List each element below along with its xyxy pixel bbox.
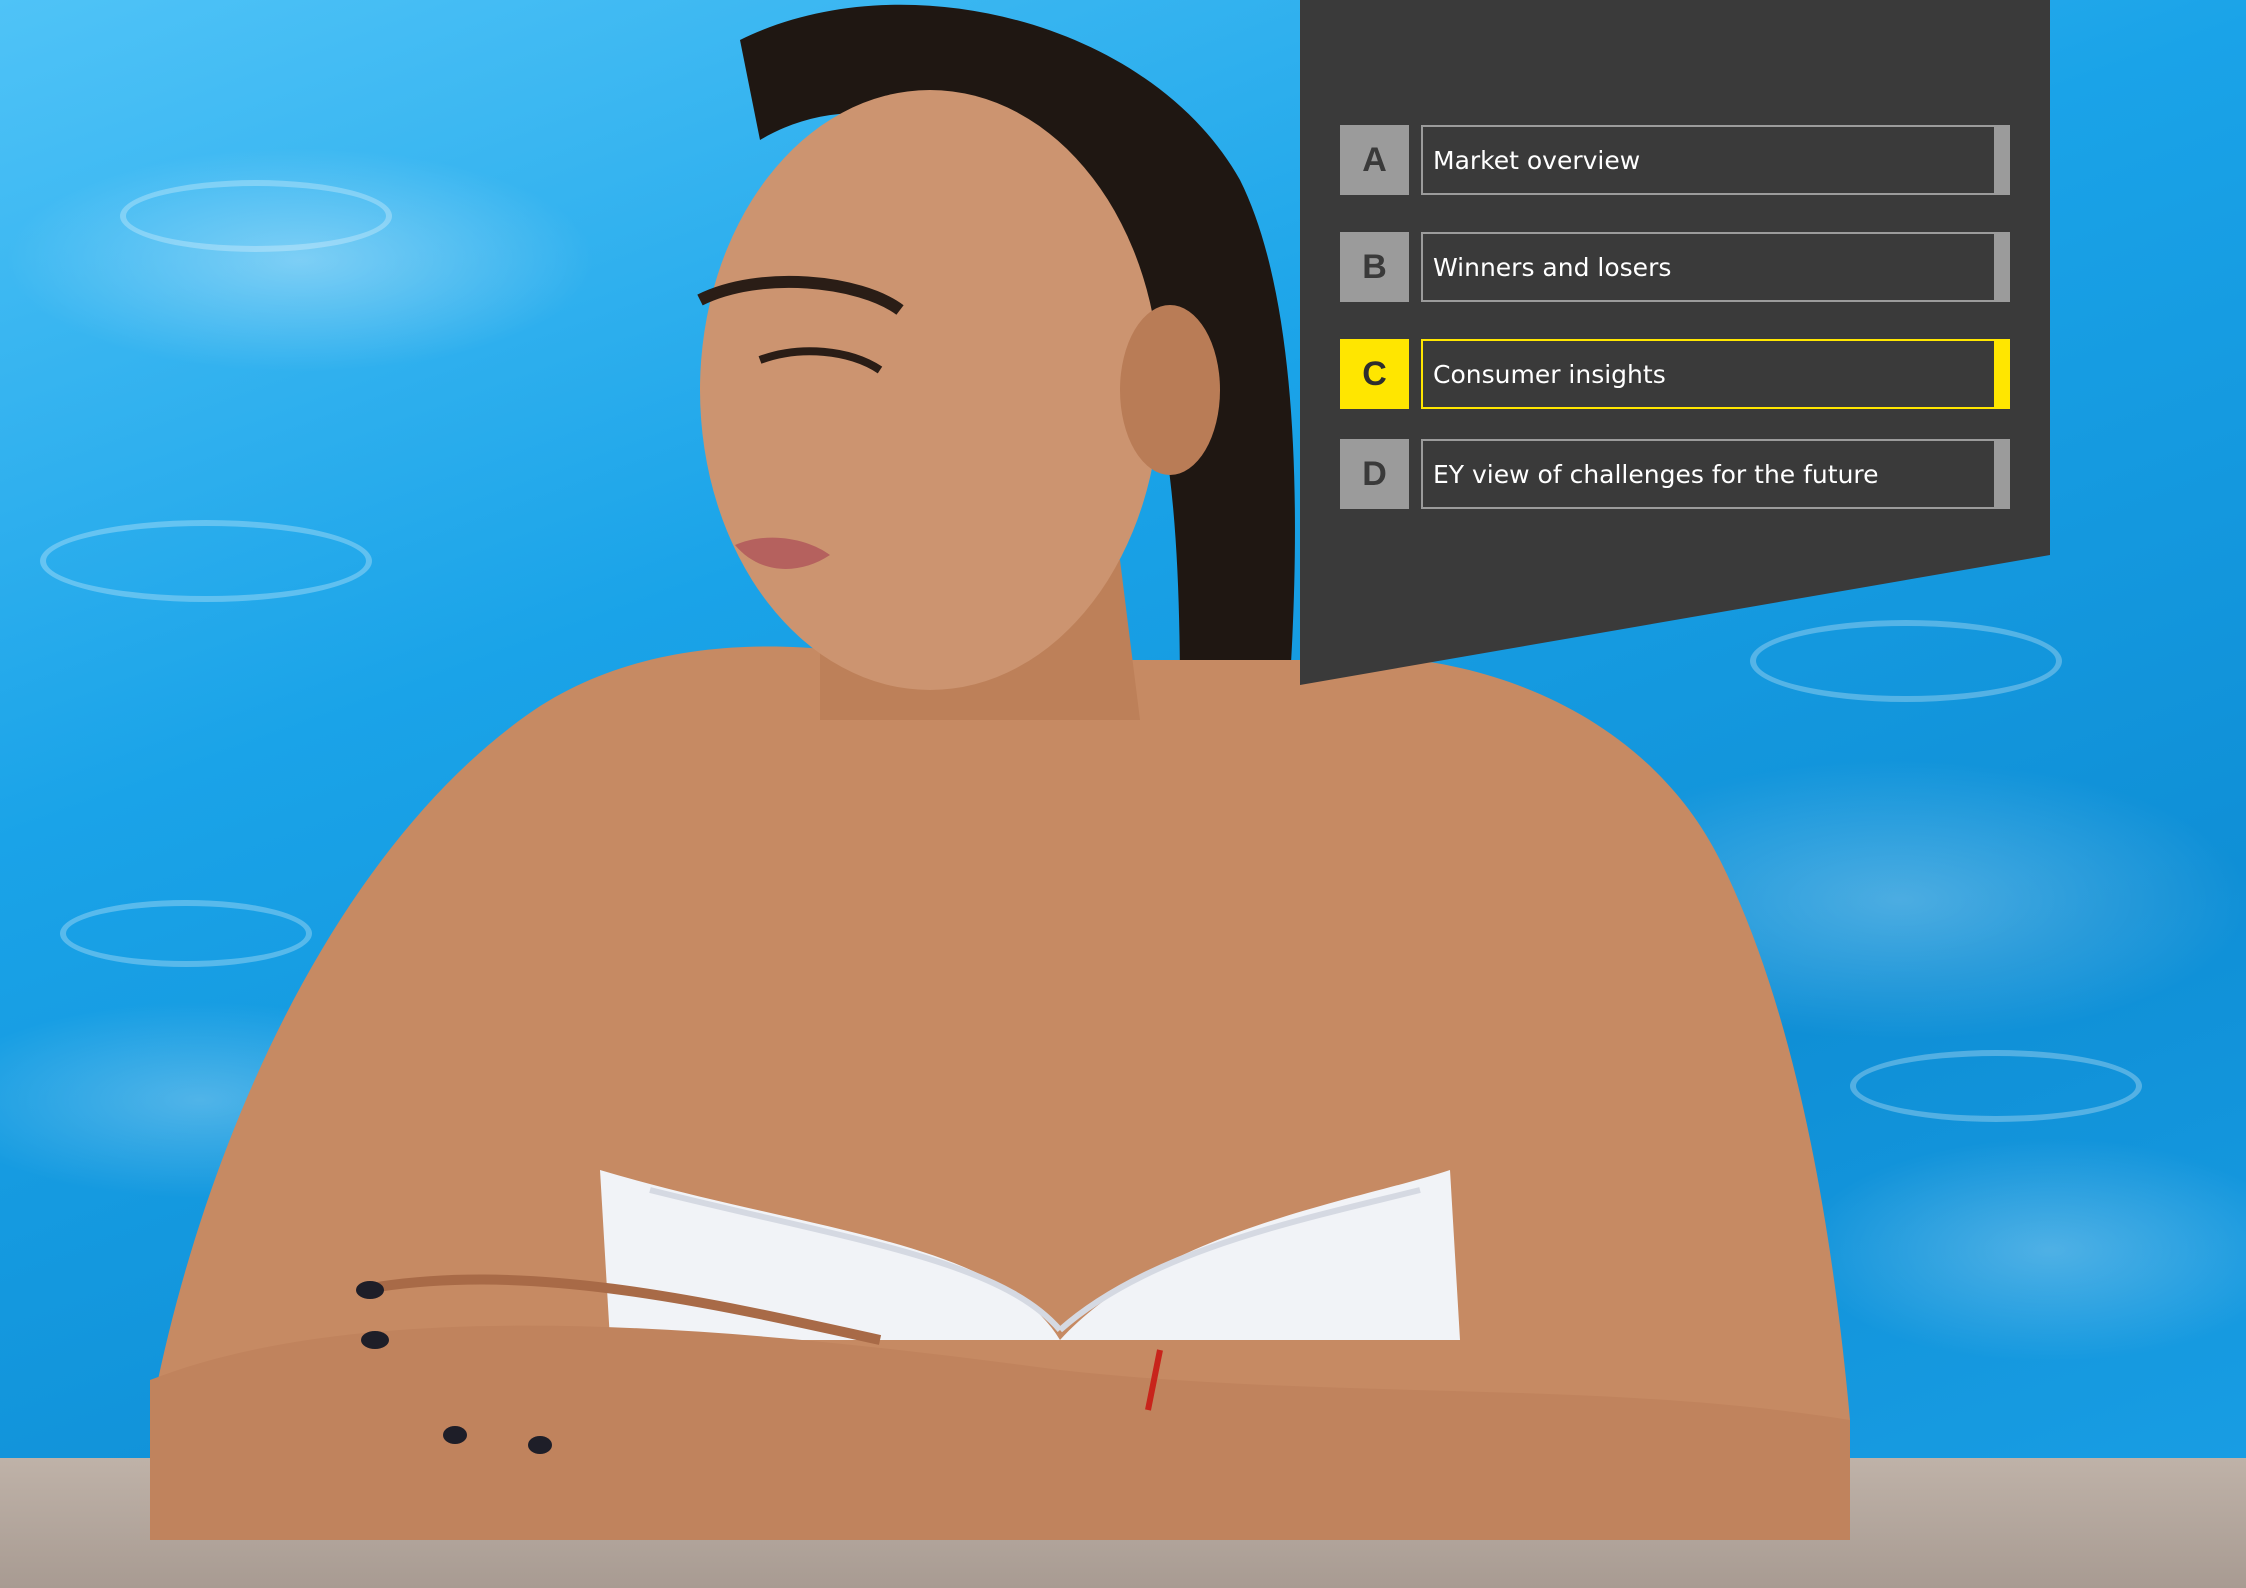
nav-letter-badge: A: [1340, 125, 1409, 195]
nav-item-label: EY view of challenges for the future: [1433, 459, 1879, 489]
nav-letter-badge: B: [1340, 232, 1409, 302]
nav-item-end-tab: [1994, 439, 2010, 509]
nav-item-label: Consumer insights: [1433, 359, 1666, 389]
nav-item-label: Market overview: [1433, 145, 1641, 175]
nav-item-label-box: Market overview: [1421, 125, 2010, 195]
nav-item-label: Winners and losers: [1433, 252, 1672, 282]
nav-item-winners-and-losers[interactable]: B Winners and losers: [1340, 232, 2010, 302]
nav-item-end-tab: [1994, 339, 2010, 409]
nav-item-ey-view-challenges[interactable]: D EY view of challenges for the future: [1340, 439, 2010, 509]
nav-item-end-tab: [1994, 125, 2010, 195]
nav-item-consumer-insights[interactable]: C Consumer insights: [1340, 339, 2010, 409]
nav-letter-badge: C: [1340, 339, 1409, 409]
nav-item-market-overview[interactable]: A Market overview: [1340, 125, 2010, 195]
nav-item-label-box: Consumer insights: [1421, 339, 2010, 409]
nav-letter-badge: D: [1340, 439, 1409, 509]
nav-item-label-box: EY view of challenges for the future: [1421, 439, 2010, 509]
nav-item-label-box: Winners and losers: [1421, 232, 2010, 302]
nav-item-end-tab: [1994, 232, 2010, 302]
